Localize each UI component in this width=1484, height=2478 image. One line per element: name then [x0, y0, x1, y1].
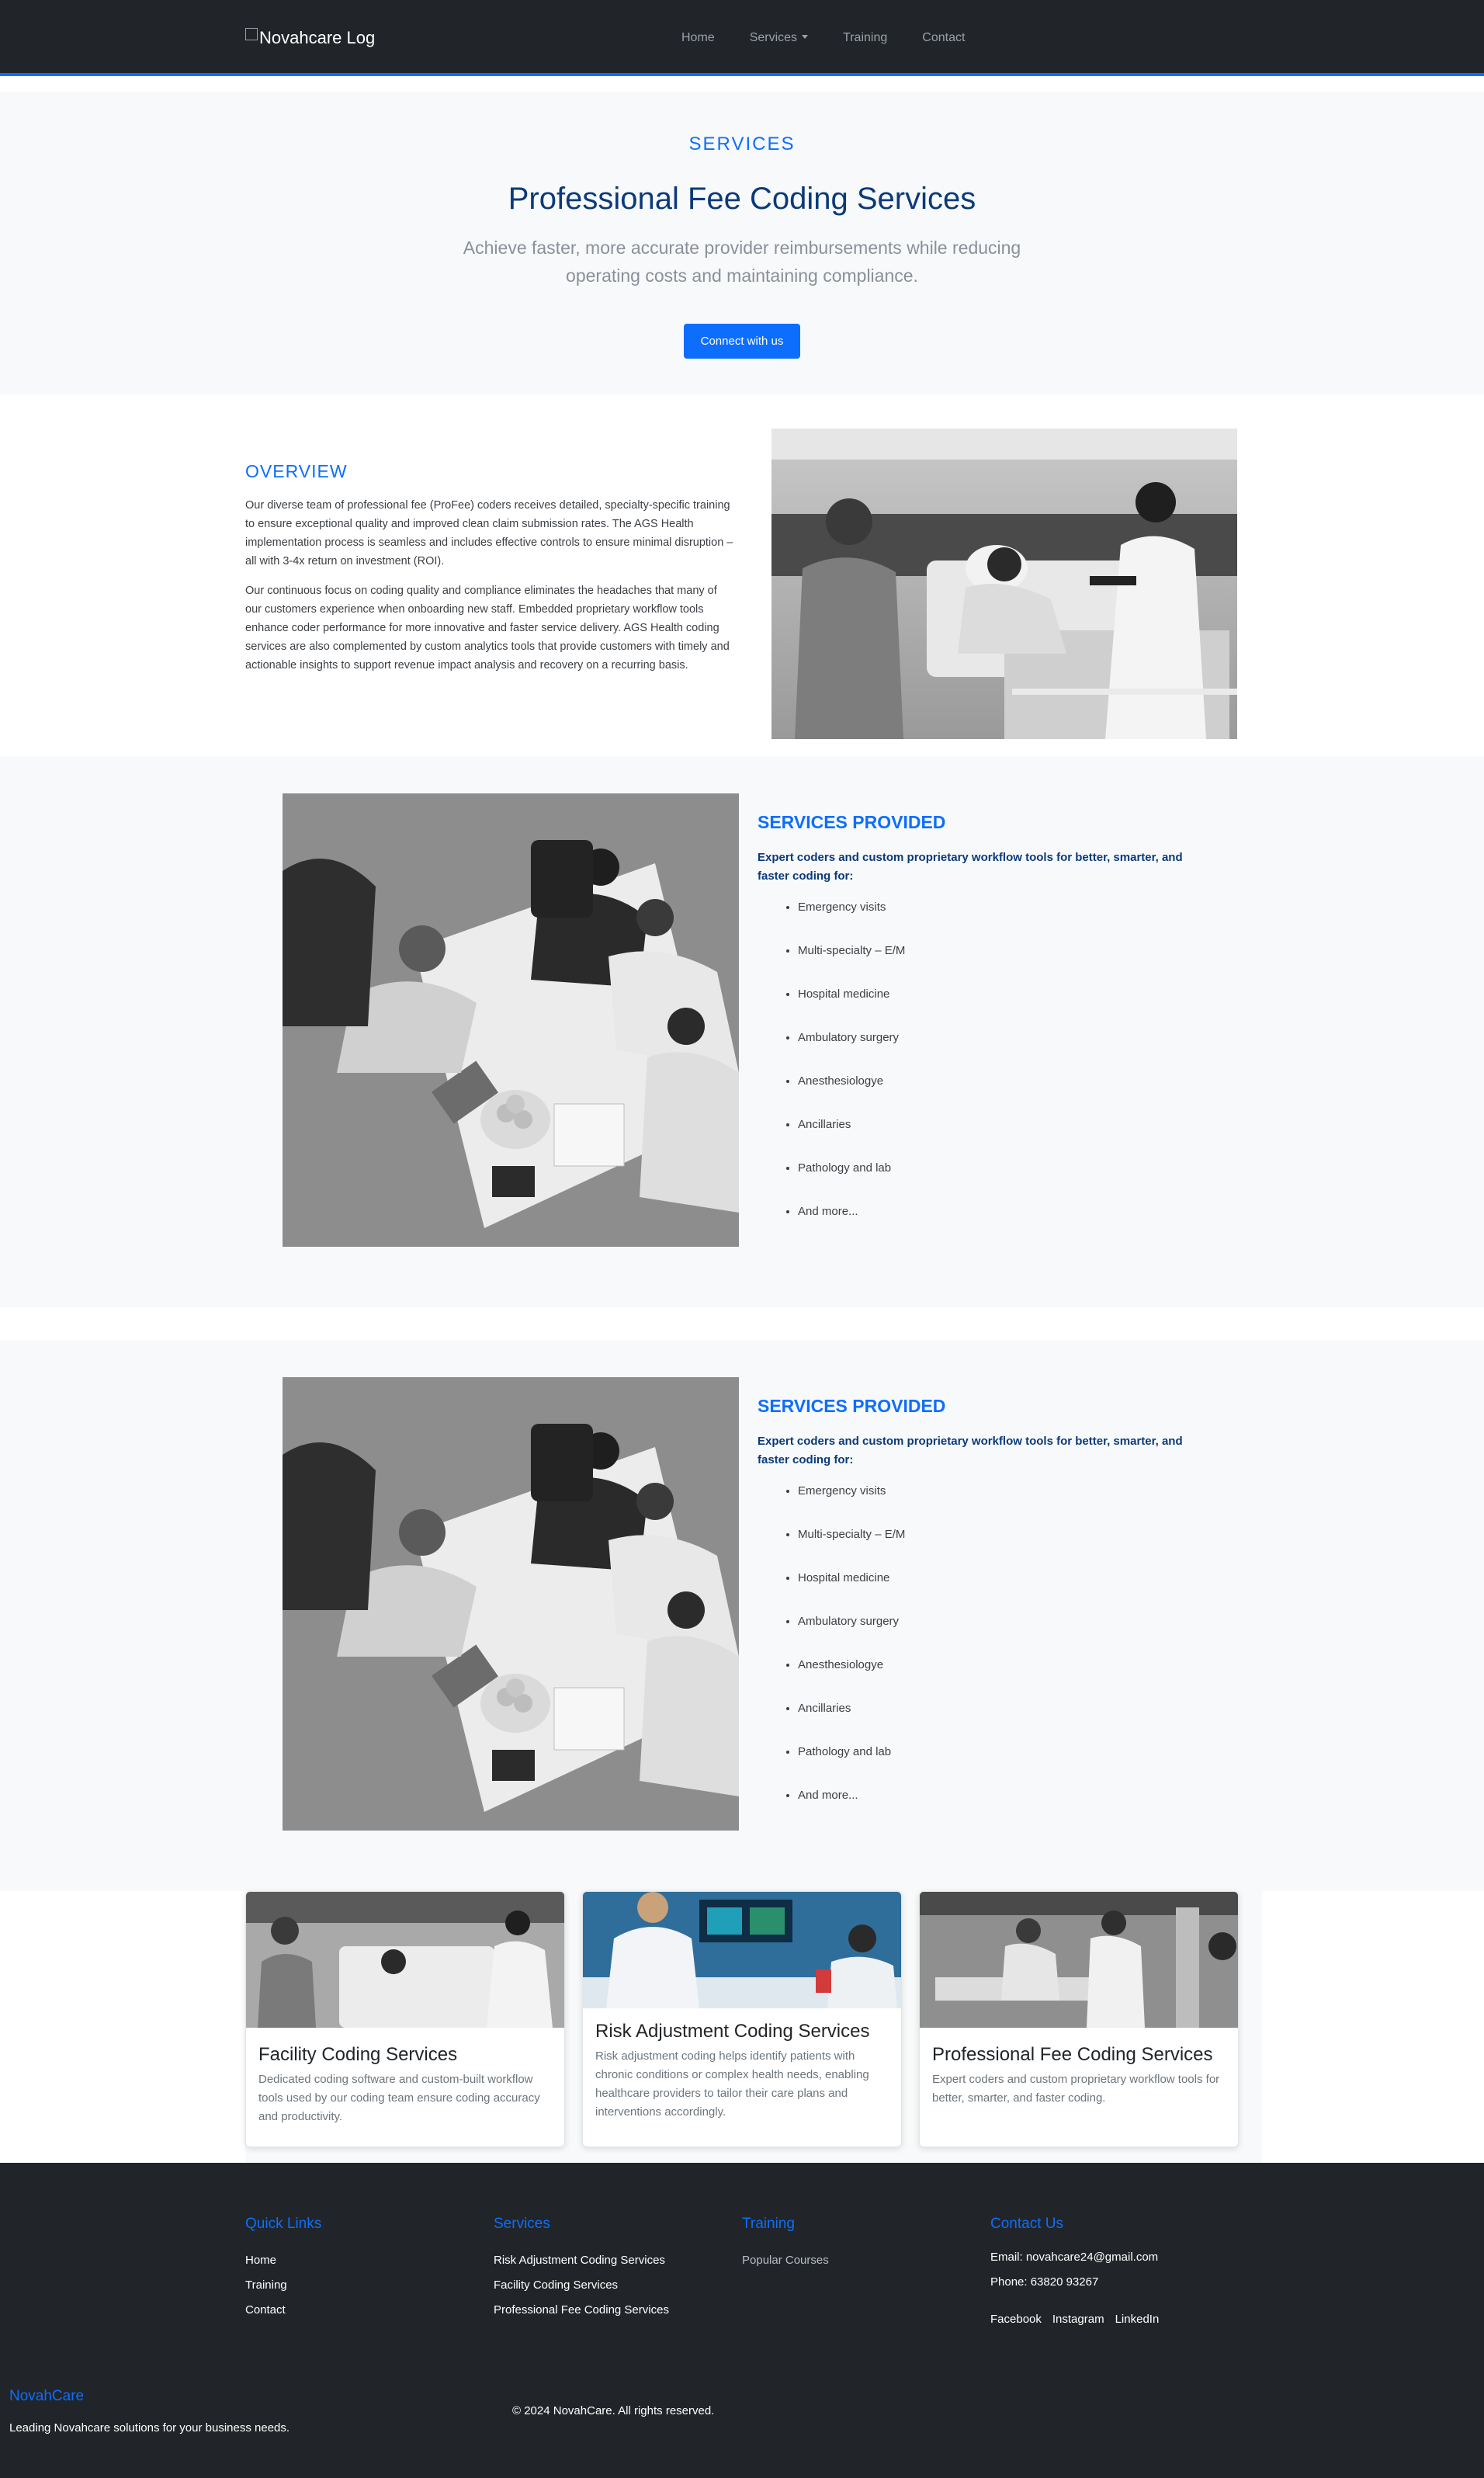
list-item: Multi-specialty – E/M — [798, 943, 1192, 987]
services-list: Emergency visits Multi-specialty – E/M H… — [758, 900, 1192, 1248]
nav-contact[interactable]: Contact — [922, 31, 965, 45]
card-image-clinic — [920, 1892, 1238, 2028]
list-item: Ancillaries — [798, 1117, 1192, 1161]
overview-paragraph-2: Our continuous focus on coding quality a… — [245, 585, 730, 672]
footer-contact: Contact Us Email: novahcare24@gmail.com … — [990, 2216, 1239, 2335]
navbar: Novahcare Log Home Services Training Con… — [0, 0, 1484, 76]
footer-tagline: Leading Novahcare solutions for your bus… — [9, 2421, 290, 2435]
card-text: Expert coders and custom proprietary wor… — [932, 2073, 1220, 2105]
footer-link-training[interactable]: Training — [245, 2273, 494, 2298]
service-card-risk-adjustment[interactable]: Risk Adjustment Coding Services Risk adj… — [582, 1891, 902, 2147]
footer-quick-links-title: Quick Links — [245, 2216, 322, 2232]
nav-services-dropdown[interactable]: Services — [749, 31, 809, 45]
broken-image-icon — [245, 28, 258, 40]
services-provided-subtitle: Expert coders and custom proprietary wor… — [758, 851, 1183, 883]
list-item: Hospital medicine — [798, 987, 1192, 1030]
hero-subtitle: Achieve faster, more accurate provider r… — [463, 238, 1021, 286]
card-title: Professional Fee Coding Services — [932, 2044, 1213, 2065]
services-provided-section-repeat: SERVICES PROVIDED Expert coders and cust… — [0, 1340, 1484, 1891]
footer: Quick Links Home Training Contact Servic… — [0, 2163, 1484, 2478]
footer-services-title: Services — [494, 2216, 550, 2232]
footer-link-risk-adjustment[interactable]: Risk Adjustment Coding Services — [494, 2248, 742, 2273]
footer-link-facility[interactable]: Facility Coding Services — [494, 2273, 742, 2298]
footer-copyright: © 2024 NovahCare. All rights reserved. — [512, 2404, 715, 2417]
list-item: Anesthesiologye — [798, 1074, 1192, 1117]
footer-link-contact[interactable]: Contact — [245, 2298, 494, 2323]
list-item: Ambulatory surgery — [798, 1030, 1192, 1074]
caret-down-icon — [802, 35, 809, 39]
section-spacer — [0, 1307, 1484, 1340]
brand-logo[interactable]: Novahcare Log — [245, 28, 375, 48]
linkedin-link[interactable]: LinkedIn — [1115, 2304, 1160, 2335]
services-provided-subtitle: Expert coders and custom proprietary wor… — [758, 1435, 1183, 1466]
services-provided-section: SERVICES PROVIDED Expert coders and cust… — [0, 756, 1484, 1307]
footer-training-title: Training — [742, 2216, 795, 2232]
service-cards-section: Facility Coding Services Dedicated codin… — [0, 1891, 1484, 2163]
services-provided-title: SERVICES PROVIDED — [758, 812, 946, 832]
service-card-professional-fee[interactable]: Professional Fee Coding Services Expert … — [919, 1891, 1239, 2147]
list-item: Pathology and lab — [798, 1744, 1192, 1788]
card-image-lab — [583, 1892, 901, 2008]
footer-phone: Phone: 63820 93267 — [990, 2275, 1099, 2289]
list-item: Multi-specialty – E/M — [798, 1527, 1192, 1570]
footer-email: Email: novahcare24@gmail.com — [990, 2251, 1159, 2264]
footer-brand: NovahCare — [9, 2388, 85, 2404]
nav-training[interactable]: Training — [843, 31, 887, 45]
overview-paragraph-1: Our diverse team of professional fee (Pr… — [245, 499, 733, 567]
team-meeting-photo — [283, 793, 739, 1247]
services-list: Emergency visits Multi-specialty – E/M H… — [758, 1484, 1192, 1831]
card-text: Dedicated coding software and custom-bui… — [258, 2073, 540, 2123]
team-meeting-photo — [283, 1377, 739, 1831]
card-title: Facility Coding Services — [258, 2044, 458, 2065]
list-item: And more... — [798, 1788, 1192, 1831]
services-provided-title: SERVICES PROVIDED — [758, 1396, 946, 1416]
list-item: Emergency visits — [798, 1484, 1192, 1527]
list-item: And more... — [798, 1204, 1192, 1248]
list-item: Hospital medicine — [798, 1570, 1192, 1614]
nav-services-label: Services — [749, 31, 798, 44]
logo-alt-text: Novahcare Log — [259, 28, 376, 47]
footer-contact-title: Contact Us — [990, 2216, 1063, 2232]
card-image-hospital — [246, 1892, 564, 2028]
card-title: Risk Adjustment Coding Services — [595, 2021, 870, 2042]
nav-links: Home Services Training Contact — [681, 31, 965, 45]
connect-button[interactable]: Connect with us — [683, 324, 801, 359]
overview-title: OVERVIEW — [245, 461, 348, 481]
social-links: Facebook Instagram LinkedIn — [990, 2304, 1239, 2335]
footer-link-home[interactable]: Home — [245, 2248, 494, 2273]
list-item: Anesthesiologye — [798, 1657, 1192, 1701]
nav-home[interactable]: Home — [681, 31, 715, 45]
footer-training: Training Popular Courses — [742, 2216, 990, 2335]
instagram-link[interactable]: Instagram — [1052, 2304, 1104, 2335]
footer-services: Services Risk Adjustment Coding Services… — [494, 2216, 742, 2335]
hero-section: SERVICES Professional Fee Coding Service… — [0, 92, 1484, 394]
footer-link-popular-courses[interactable]: Popular Courses — [742, 2248, 990, 2273]
hero-kicker: SERVICES — [688, 134, 796, 154]
list-item: Ambulatory surgery — [798, 1614, 1192, 1657]
list-item: Pathology and lab — [798, 1161, 1192, 1204]
service-card-facility[interactable]: Facility Coding Services Dedicated codin… — [245, 1891, 565, 2147]
overview-section: OVERVIEW Our diverse team of professiona… — [0, 394, 1484, 756]
card-text: Risk adjustment coding helps identify pa… — [595, 2049, 869, 2119]
list-item: Ancillaries — [798, 1701, 1192, 1744]
hospital-room-photo — [771, 429, 1237, 739]
page-title: Professional Fee Coding Services — [508, 182, 976, 216]
facebook-link[interactable]: Facebook — [990, 2304, 1042, 2335]
footer-link-professional-fee[interactable]: Professional Fee Coding Services — [494, 2298, 742, 2323]
list-item: Emergency visits — [798, 900, 1192, 943]
footer-quick-links: Quick Links Home Training Contact — [245, 2216, 494, 2335]
